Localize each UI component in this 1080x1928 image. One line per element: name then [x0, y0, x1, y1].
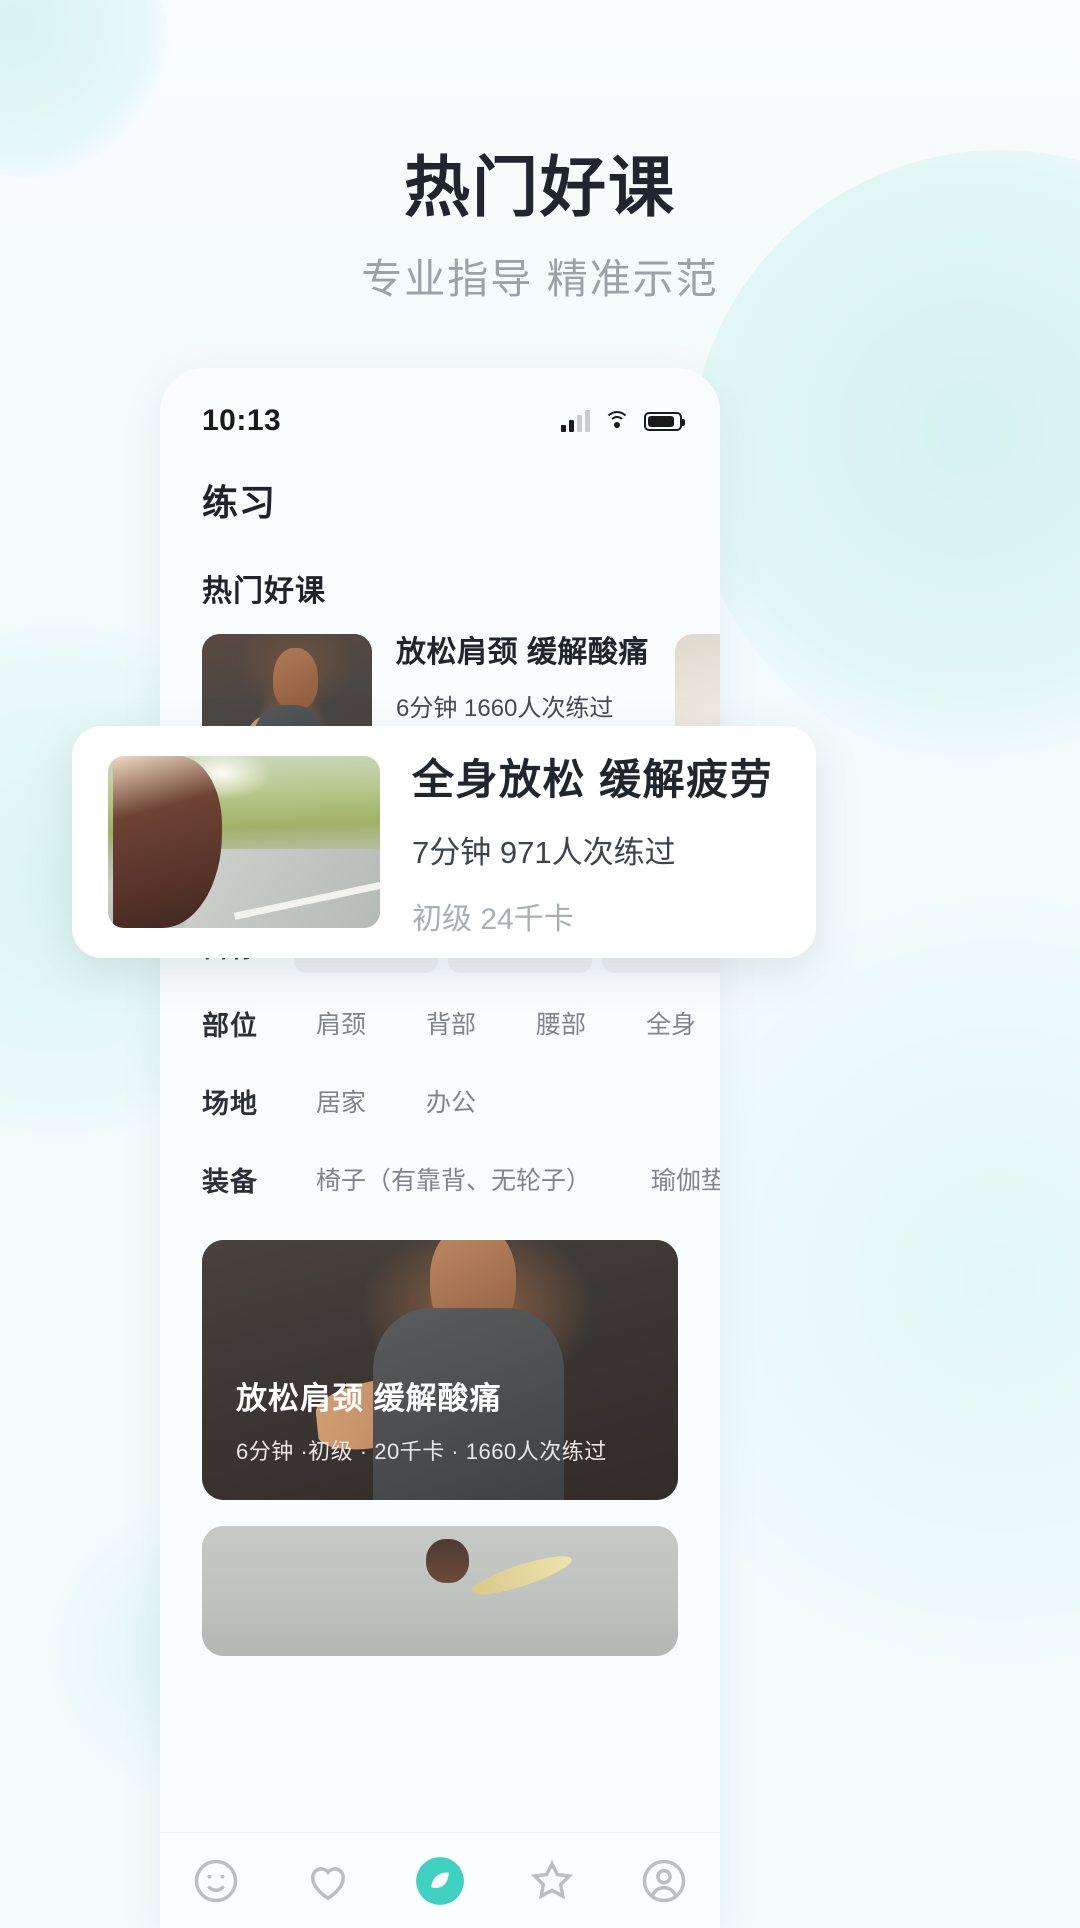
page-title: 热门好课 — [404, 150, 676, 224]
course-card-meta: 6分钟 ·初级 · 20千卡 · 1660人次练过 — [236, 1439, 607, 1464]
cellular-signal-icon — [561, 410, 590, 432]
course-card-list: 放松肩颈 缓解酸痛 6分钟 ·初级 · 20千卡 · 1660人次练过 — [160, 1222, 720, 1656]
filter-chip-bodypart-2[interactable]: 腰部 — [514, 995, 608, 1051]
status-clock: 10:13 — [202, 404, 282, 437]
filter-chip-bodypart-0[interactable]: 肩颈 — [294, 995, 388, 1051]
status-bar: 10:13 — [160, 368, 720, 448]
heart-icon[interactable] — [302, 1855, 354, 1907]
phone-mockup: 10:13 练习 热门好课 放松肩颈 缓解酸痛 6分钟 1660人次练过 初级 … — [160, 368, 720, 1928]
leaf-icon[interactable] — [414, 1855, 466, 1907]
person-icon[interactable] — [638, 1855, 690, 1907]
filter-chip-equipment-1[interactable]: 瑜伽垫 — [629, 1151, 720, 1207]
running-photo — [108, 756, 380, 928]
filter-chip-equipment-0[interactable]: 椅子（有靠背、无轮子） — [294, 1151, 613, 1207]
highlight-course-meta: 7分钟 971人次练过 — [412, 835, 676, 870]
bottom-tab-bar — [160, 1832, 720, 1928]
star-icon[interactable] — [526, 1855, 578, 1907]
course-card-title: 放松肩颈 缓解酸痛 — [236, 1381, 502, 1416]
hero-section: 热门好课 专业指导 精准示范 — [0, 0, 1080, 304]
course-card-large-next[interactable] — [202, 1526, 678, 1656]
filter-label: 部位 — [202, 1010, 258, 1041]
filter-row-bodypart: 部位 肩颈 背部 腰部 全身 — [202, 988, 696, 1058]
filter-label: 装备 — [202, 1166, 258, 1197]
smiley-face-icon[interactable] — [190, 1855, 242, 1907]
highlighted-course-card[interactable]: 全身放松 缓解疲劳 7分钟 971人次练过 初级 24千卡 — [72, 726, 816, 958]
highlight-course-title: 全身放松 缓解疲劳 — [412, 756, 774, 803]
filter-row-equipment: 装备 椅子（有靠背、无轮子） 瑜伽垫 — [202, 1144, 720, 1214]
course-card-large[interactable]: 放松肩颈 缓解酸痛 6分钟 ·初级 · 20千卡 · 1660人次练过 — [202, 1240, 678, 1500]
filter-chip-venue-1[interactable]: 办公 — [404, 1073, 498, 1129]
highlight-course-sub: 初级 24千卡 — [412, 903, 574, 936]
filter-chip-bodypart-3[interactable]: 全身 — [624, 995, 718, 1051]
page-subtitle: 专业指导 精准示范 — [361, 256, 719, 302]
filter-label: 场地 — [202, 1088, 258, 1119]
battery-icon — [644, 411, 685, 431]
wifi-icon — [604, 411, 630, 431]
app-page-title: 练习 — [202, 482, 277, 523]
course-meta: 6分钟 1660人次练过 — [396, 695, 614, 722]
filter-chip-bodypart-1[interactable]: 背部 — [404, 995, 498, 1051]
filter-chip-venue-0[interactable]: 居家 — [294, 1073, 388, 1129]
section-title-hot-courses: 热门好课 — [202, 575, 326, 608]
course-title: 放松肩颈 缓解酸痛 — [396, 636, 649, 669]
filter-row-venue: 场地 居家 办公 — [202, 1066, 678, 1136]
